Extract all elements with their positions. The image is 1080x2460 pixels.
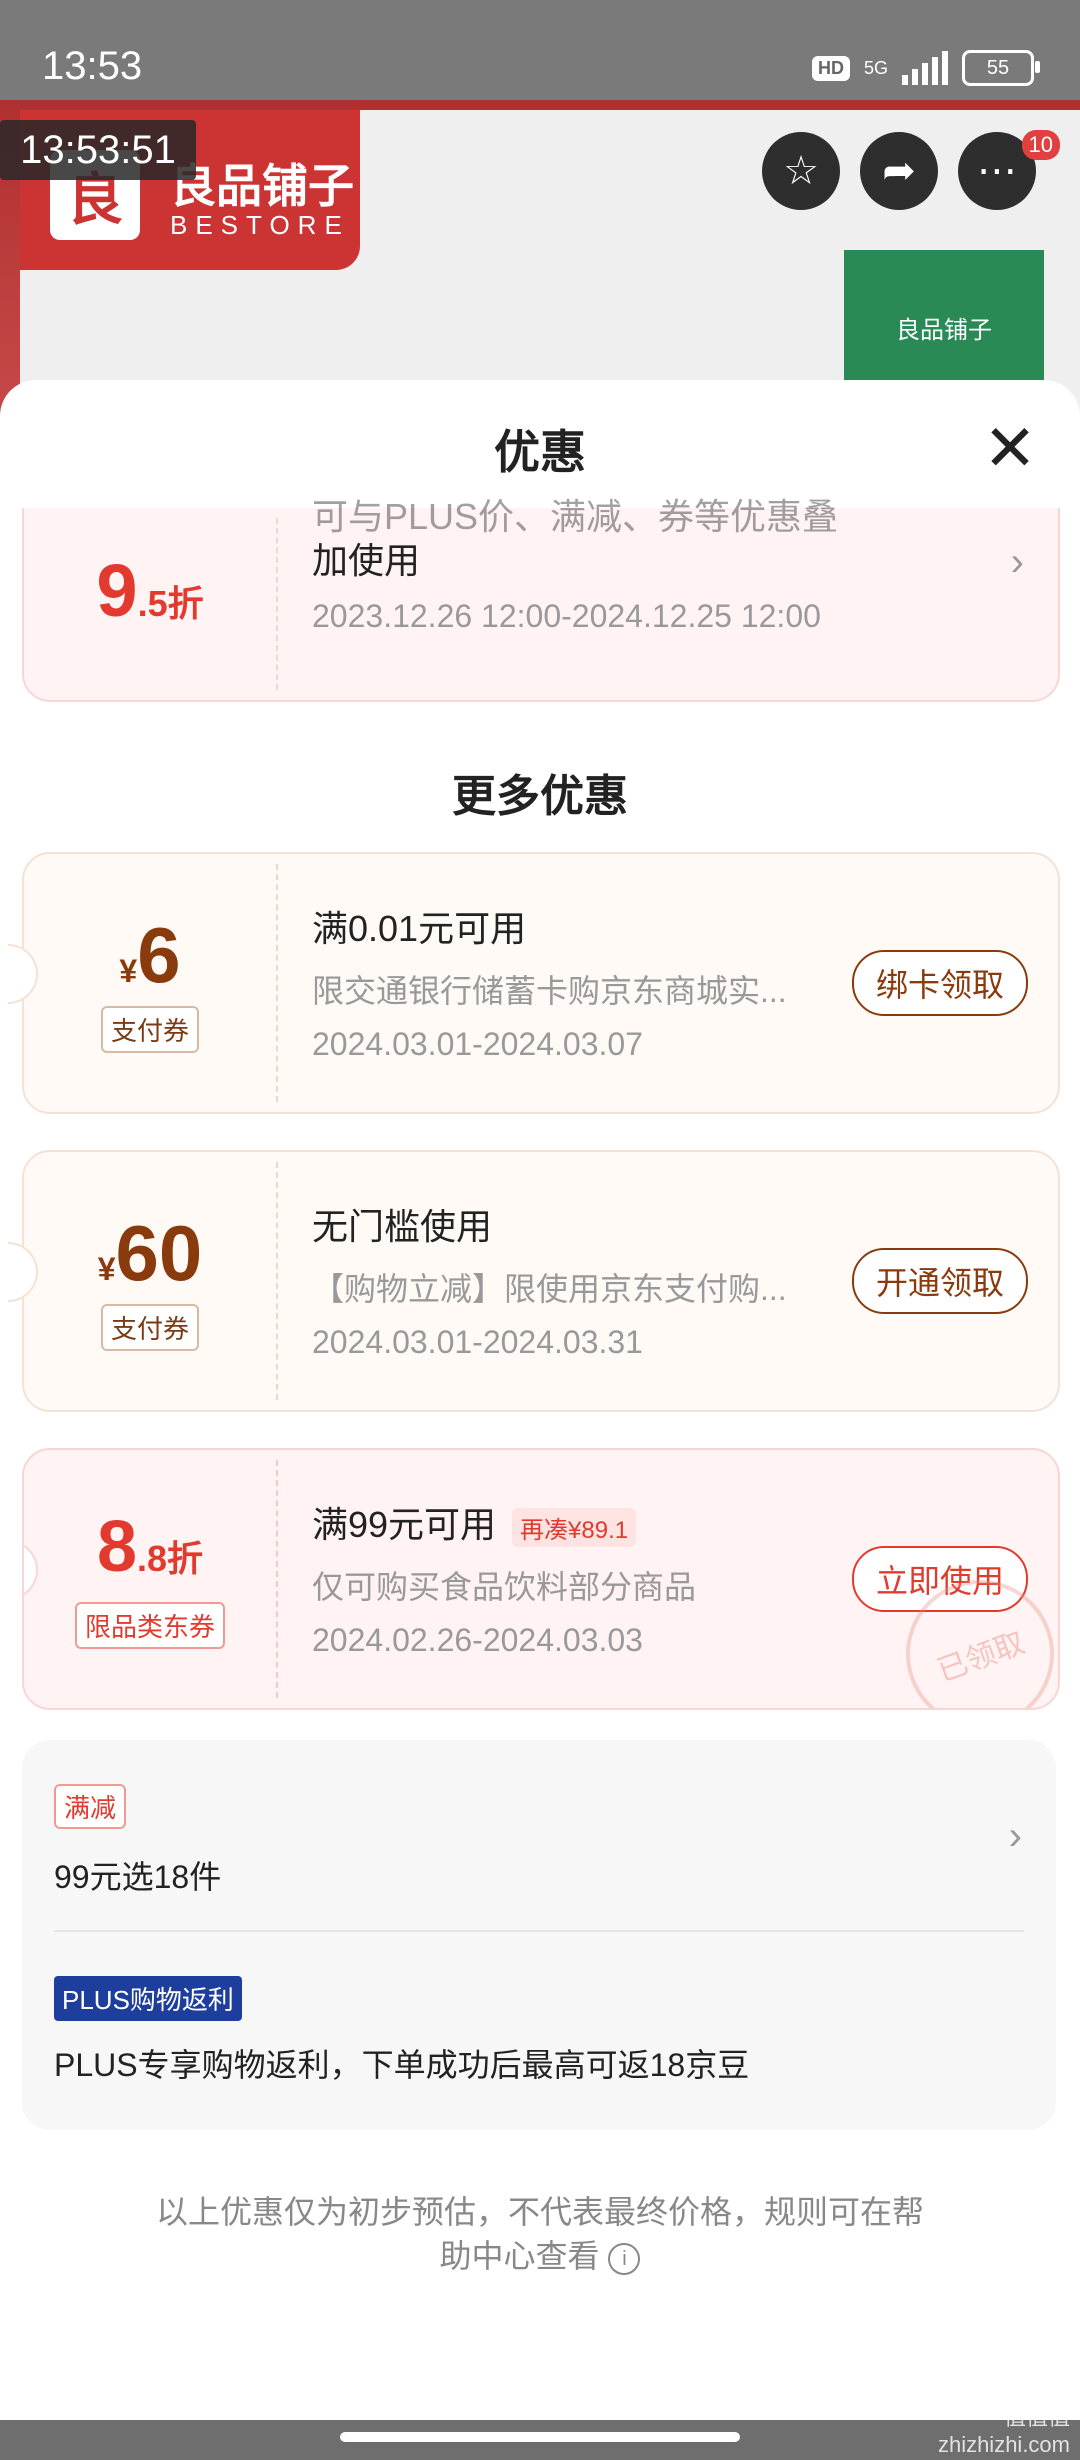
brand-sub: BESTORE — [170, 210, 350, 240]
full-reduction-text: 99元选18件 — [54, 1859, 222, 1895]
coupon-amount: ¥60 — [24, 1208, 276, 1299]
footer-line2-text: 助中心查看 — [439, 2238, 600, 2274]
bind-card-claim-button[interactable]: 绑卡领取 — [852, 950, 1028, 1016]
coupon-card[interactable]: 8.8折 限品类东券 满99元可用 再凑¥89.1 仅可购买食品饮料部分商品 20… — [22, 1448, 1060, 1710]
product-pack-label: 良品铺子 — [896, 317, 992, 344]
coupon-card[interactable]: ¥6 支付券 满0.01元可用 限交通银行储蓄卡购京东商城实... 2024.0… — [8, 852, 1060, 1114]
close-icon: ✕ — [983, 412, 1037, 484]
watermark-line2: zhizhizhi.com — [937, 2432, 1070, 2457]
activate-claim-button[interactable]: 开通领取 — [852, 1248, 1028, 1314]
plus-rebate-text: PLUS专享购物返利，下单成功后最高可返18京豆 — [54, 2047, 750, 2083]
battery-icon: 55 — [962, 50, 1040, 86]
coupon-desc: 仅可购买食品饮料部分商品 — [312, 1569, 697, 1605]
share-button[interactable]: ➦ — [860, 132, 938, 210]
again-amount-tag: 再凑¥89.1 — [512, 1507, 637, 1547]
coupon-desc-line2: 加使用 — [312, 540, 421, 581]
full-reduction-row[interactable]: 满减 99元选18件 › — [22, 1740, 1056, 1930]
home-indicator[interactable] — [340, 2432, 740, 2442]
plus-discount-coupon[interactable]: 9.5折 可与PLUS价、满减、券等优惠叠 加使用 2023.12.26 12:… — [22, 496, 1060, 702]
currency-symbol: ¥ — [97, 1251, 116, 1287]
timer-overlay: 13:53:51 — [0, 120, 196, 180]
coupon-amount: 8.8折 — [24, 1506, 276, 1588]
favorite-button[interactable]: ☆ — [762, 132, 840, 210]
coupon-amount-small: .5折 — [137, 583, 204, 624]
close-button[interactable]: ✕ — [980, 416, 1040, 480]
discount-sheet: 优惠 ✕ 9.5折 可与PLUS价、满减、券等优惠叠 加使用 2023.12.2… — [0, 380, 1080, 2420]
share-icon: ➦ — [882, 149, 916, 193]
battery-level: 55 — [986, 56, 1010, 79]
coupon-title: 满99元可用 再凑¥89.1 — [312, 1496, 637, 1548]
coupon-desc: 限交通银行储蓄卡购京东商城实... — [312, 973, 787, 1009]
chevron-right-icon: › — [1008, 1814, 1022, 1858]
chevron-right-icon: › — [1010, 540, 1024, 584]
status-icons: HD 5G 55 — [811, 50, 1040, 86]
footer-line2: 助中心查看 i — [120, 2234, 960, 2278]
footer-line1: 以上优惠仅为初步预估，不代表最终价格，规则可在帮 — [155, 2194, 924, 2230]
coupon-amount-value: 6 — [137, 911, 181, 999]
network-label: 5G — [863, 57, 888, 78]
brand-name: 良品铺子 — [170, 160, 354, 212]
coupon-amount-big: 8 — [96, 1507, 137, 1587]
coupon-date: 2024.03.01-2024.03.31 — [312, 1324, 643, 1360]
coupon-title-text: 满99元可用 — [312, 1504, 497, 1545]
more-badge: 10 — [1021, 130, 1060, 160]
coupon-date: 2023.12.26 12:00-2024.12.25 12:00 — [312, 598, 821, 634]
promotions-box: 满减 99元选18件 › PLUS购物返利 PLUS专享购物返利，下单成功后最高… — [22, 1740, 1056, 2130]
coupon-desc: 【购物立减】限使用京东支付购... — [312, 1271, 787, 1307]
watermark: 值值值 zhizhizhi.com — [938, 2400, 1070, 2458]
coupon-date: 2024.02.26-2024.03.03 — [312, 1622, 643, 1658]
coupon-amount-small: .8折 — [137, 1538, 204, 1579]
coupon-amount-big: 9 — [96, 549, 138, 632]
coupon-amount: ¥6 — [24, 910, 276, 1001]
sheet-title: 优惠 — [494, 426, 586, 478]
plus-rebate-badge: PLUS购物返利 — [54, 1976, 242, 2021]
info-icon[interactable]: i — [608, 2242, 641, 2275]
coupon-type-tag: 支付券 — [24, 1006, 276, 1053]
coupon-card[interactable]: ¥60 支付券 无门槛使用 【购物立减】限使用京东支付购... 2024.03.… — [8, 1150, 1060, 1412]
coupon-type-tag: 支付券 — [24, 1304, 276, 1351]
watermark-line1: 值值值 — [1003, 2405, 1070, 2430]
coupon-amount: 9.5折 — [24, 548, 276, 633]
star-icon: ☆ — [783, 149, 819, 193]
coupon-amount-value: 60 — [115, 1209, 203, 1297]
coupon-title: 满0.01元可用 — [312, 908, 527, 949]
coupon-title: 无门槛使用 — [312, 1206, 493, 1247]
coupon-date: 2024.03.01-2024.03.07 — [312, 1026, 643, 1062]
coupon-type-tag: 限品类东券 — [24, 1602, 276, 1649]
currency-symbol: ¥ — [119, 953, 138, 989]
signal-icon — [902, 51, 948, 85]
footer-note: 以上优惠仅为初步预估，不代表最终价格，规则可在帮 助中心查看 i — [120, 2190, 960, 2278]
status-time: 13:53 — [42, 44, 143, 88]
more-discounts-title: 更多优惠 — [452, 772, 628, 821]
hd-icon: HD — [811, 55, 850, 81]
divider — [54, 1930, 1024, 1932]
full-reduction-badge: 满减 — [54, 1784, 127, 1829]
more-icon: ⋯ — [977, 149, 1017, 193]
